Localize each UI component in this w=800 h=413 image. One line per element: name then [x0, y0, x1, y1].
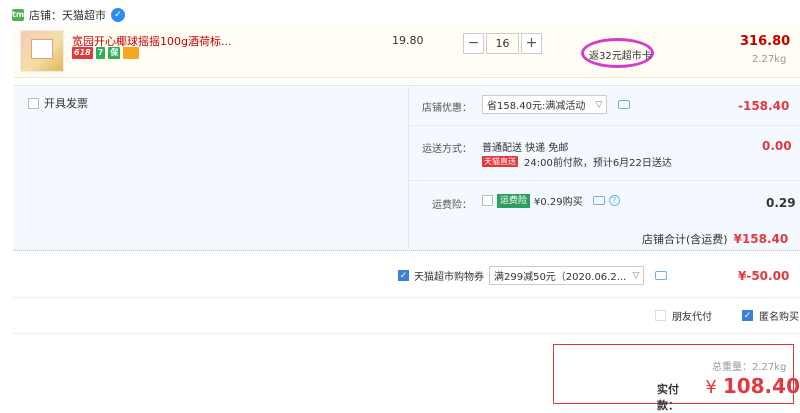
product-thumbnail[interactable] — [20, 30, 64, 72]
shipping-delivery: 天猫直送 24:00前付款，预计6月22日送达 — [482, 154, 672, 169]
shipping-method: 普通配送 快递 免邮 — [482, 143, 569, 154]
chevron-down-icon: ▽ — [595, 99, 603, 110]
shop-name-link[interactable]: 天猫超市 — [62, 7, 106, 23]
product-tags: 618 7 保 卡 — [72, 47, 140, 59]
coupon-checkbox[interactable]: ✓ — [398, 270, 409, 281]
chat-icon[interactable] — [618, 100, 630, 109]
shop-icon: tm — [12, 9, 25, 21]
insurance-checkbox[interactable] — [482, 195, 493, 206]
insurance-option[interactable]: 运费险 ¥0.29购买 ? — [482, 193, 620, 208]
anonymous-label: 匿名购买 — [759, 312, 799, 323]
pay-label: 实付款： — [657, 383, 679, 412]
row-divider — [408, 180, 800, 181]
product-weight: 2.27kg — [752, 54, 787, 65]
total-weight-label: 总重量： — [712, 362, 752, 373]
panel-divider — [408, 87, 409, 249]
coupon-value: 满299减50元（2020.06.2... — [494, 272, 627, 283]
shop-discount-amount: -158.40 — [738, 99, 790, 113]
coupon-select[interactable]: 满299减50元（2020.06.2... ▽ — [489, 266, 644, 285]
total-weight-value: 2.27kg — [752, 362, 787, 373]
row-divider — [408, 125, 800, 126]
invoice-label: 开具发票 — [44, 97, 88, 110]
shipping-label: 运送方式： — [422, 144, 472, 155]
chat-icon[interactable] — [655, 271, 667, 280]
quantity-input[interactable]: 16 — [486, 33, 519, 54]
tag-card-icon: 卡 — [123, 47, 140, 59]
coupon-row: ✓ 天猫超市购物券 满299减50元（2020.06.2... ▽ — [398, 266, 667, 285]
tag-618-icon: 618 — [72, 47, 93, 59]
invoice-option[interactable]: 开具发票 — [28, 95, 88, 111]
product-subtotal: 316.80 — [740, 34, 791, 49]
chevron-down-icon: ▽ — [632, 270, 640, 281]
shop-header: tm 店铺： 天猫超市 ✓ — [12, 6, 125, 24]
shop-total: 店铺合计(含运费) ¥158.40 — [642, 231, 788, 247]
total-weight: 总重量：2.27kg — [712, 358, 786, 373]
help-icon[interactable]: ? — [608, 195, 620, 206]
coupon-label: 天猫超市购物券 — [414, 272, 484, 283]
chat-icon[interactable] — [592, 196, 605, 205]
freight-insurance-tag: 运费险 — [497, 193, 531, 208]
tmall-direct-icon: 天猫直送 — [482, 156, 518, 167]
tag-7-day-return-icon: 7 — [95, 47, 106, 59]
shop-discount-select[interactable]: 省158.40元:满减活动 ▽ — [482, 95, 607, 114]
verified-badge-icon[interactable]: ✓ — [111, 8, 125, 22]
friend-pay-label: 朋友代付 — [672, 312, 712, 323]
shop-total-amount: ¥158.40 — [733, 232, 789, 246]
shop-label: 店铺： — [29, 9, 62, 22]
qty-plus-button[interactable]: + — [521, 33, 542, 54]
friend-pay-checkbox[interactable] — [655, 310, 666, 321]
currency-symbol: ¥ — [705, 377, 717, 398]
unit-price: 19.80 — [392, 34, 424, 47]
pay-amount: 108.40 — [722, 374, 800, 398]
extra-options: 朋友代付 ✓ 匿名购买 — [655, 308, 799, 323]
insurance-amount: 0.29 — [766, 196, 796, 210]
invoice-checkbox[interactable] — [28, 97, 39, 109]
anonymous-checkbox[interactable]: ✓ — [742, 310, 753, 321]
insurance-label: 运费险： — [432, 200, 472, 211]
insurance-price: ¥0.29购买 — [534, 197, 583, 208]
coupon-amount: ¥-50.00 — [738, 269, 790, 283]
shipping-amount: 0.00 — [762, 139, 792, 153]
shop-total-label: 店铺合计(含运费) — [642, 233, 728, 246]
tag-guarantee-icon: 保 — [108, 47, 121, 59]
delivery-note: 24:00前付款，预计6月22日送达 — [524, 158, 672, 169]
rebate-text: 返32元超市卡 — [589, 51, 652, 62]
shop-discount-value: 省158.40元:满减活动 — [487, 101, 586, 112]
quantity-stepper: − 16 + — [463, 33, 542, 54]
payment-total: 实付款： ¥ 108.40 — [657, 374, 800, 413]
row-divider — [13, 297, 800, 298]
row-divider — [13, 333, 800, 334]
order-info-panel — [13, 85, 800, 251]
qty-minus-button[interactable]: − — [463, 33, 484, 54]
shop-discount-label: 店铺优惠： — [422, 103, 472, 114]
